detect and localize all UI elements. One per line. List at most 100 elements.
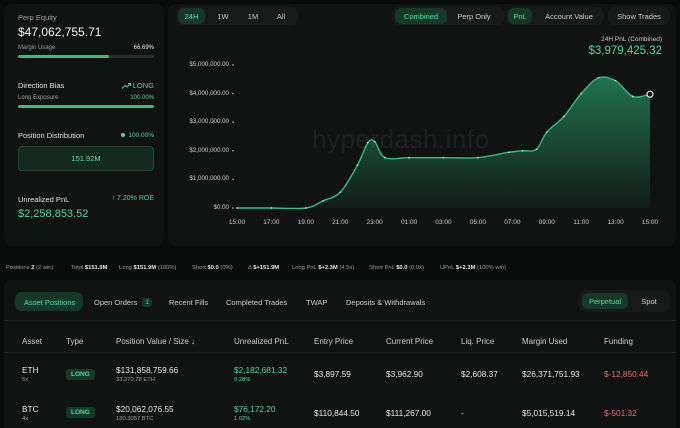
y-tick-label: $2,000,000.00 bbox=[189, 146, 229, 154]
col-asset: Asset bbox=[22, 337, 43, 346]
header-divider bbox=[4, 352, 676, 353]
tab-open-orders[interactable]: Open Orders 1 bbox=[94, 295, 152, 309]
chart-header-label: 24H PnL (Combined) bbox=[601, 36, 662, 43]
row-unrealized-pnl-pct: 1.02% bbox=[234, 416, 251, 422]
stat-short: Short $0.0 (0%) bbox=[192, 265, 233, 271]
x-tick-label: 13:00 bbox=[607, 219, 624, 226]
tab-twap[interactable]: TWAP bbox=[306, 295, 327, 309]
col-position-value-label: Position Value / Size bbox=[116, 337, 189, 346]
long-exposure-bar bbox=[18, 105, 154, 108]
timeframe-all[interactable]: All bbox=[268, 8, 294, 24]
timeframe-24h[interactable]: 24H bbox=[178, 8, 205, 24]
margin-usage-bar bbox=[18, 55, 154, 58]
row-unrealized-pnl: $2,182,681.32 bbox=[234, 365, 288, 375]
mode-combined[interactable]: Combined bbox=[395, 8, 447, 24]
stat-long-value: $151.9M bbox=[133, 265, 157, 271]
row-position-value: $131,858,759.66 bbox=[116, 365, 179, 375]
x-tick-label: 11:00 bbox=[573, 219, 590, 226]
row-type-badge: LONG bbox=[66, 407, 95, 418]
arrow-up-icon: ↑ bbox=[111, 195, 116, 202]
row-type-badge: LONG bbox=[66, 369, 95, 380]
timeframe-1w[interactable]: 1W bbox=[210, 8, 236, 24]
row-position-size: 33,270.78 ETH bbox=[116, 377, 155, 383]
stat-short-pnl-value: $0.0 bbox=[396, 265, 408, 271]
tab-recent-fills[interactable]: Recent Fills bbox=[169, 295, 208, 309]
position-distribution-pct: 100.00% bbox=[128, 132, 154, 139]
stat-long-pct: (100%) bbox=[157, 265, 177, 271]
mode-perp-only[interactable]: Perp Only bbox=[450, 8, 498, 24]
open-orders-count-badge: 1 bbox=[142, 297, 152, 307]
row-asset[interactable]: BTC bbox=[22, 404, 39, 414]
stat-positions: Positions 2 (2 win) bbox=[6, 265, 53, 271]
market-spot[interactable]: Spot bbox=[632, 293, 666, 309]
stat-short-pct: (0%) bbox=[220, 265, 233, 271]
row-margin-used: $26,371,751.93 bbox=[522, 369, 580, 379]
col-type: Type bbox=[66, 337, 84, 346]
distribution-amount: 151.92M bbox=[71, 154, 101, 163]
col-margin-used: Margin Used bbox=[522, 337, 568, 346]
position-distribution-value: 100.00% bbox=[110, 132, 154, 139]
metric-account-value[interactable]: Account Value bbox=[538, 8, 600, 24]
stat-upnl-pct: (100% win) bbox=[477, 265, 507, 271]
show-trades-button[interactable]: Show Trades bbox=[608, 7, 670, 25]
col-liq-price: Liq. Price bbox=[461, 337, 495, 346]
x-tick-label: 15:00 bbox=[228, 219, 246, 226]
tab-open-orders-label: Open Orders bbox=[94, 297, 138, 307]
row-position-size: 180.3057 BTC bbox=[116, 416, 154, 422]
tab-asset-positions[interactable]: Asset Positions bbox=[24, 295, 75, 309]
distribution-bar[interactable]: 151.92M bbox=[18, 146, 154, 171]
row-entry-price: $110,844.50 bbox=[314, 408, 360, 418]
stat-long-pnl: Long PnL $+2.3M (4.5x) bbox=[292, 265, 354, 271]
y-tick-label: $1,000,000.00 bbox=[189, 175, 229, 183]
unrealized-pnl-value: $2,258,853.52 bbox=[18, 208, 89, 220]
stat-delta-value: $+151.9M bbox=[253, 265, 280, 271]
x-tick-label: 21:00 bbox=[332, 219, 349, 226]
stat-total-label: Total bbox=[71, 265, 84, 271]
stat-positions-count: 2 bbox=[31, 265, 35, 271]
tab-completed-trades[interactable]: Completed Trades bbox=[226, 295, 287, 309]
metric-pnl[interactable]: PnL bbox=[508, 8, 532, 24]
stat-upnl-label: UPnL bbox=[440, 265, 455, 271]
stat-short-pnl-x: (0.0x) bbox=[409, 265, 424, 271]
row-entry-price: $3,897.59 bbox=[314, 369, 351, 379]
stat-delta-label: Δ bbox=[248, 265, 252, 271]
stat-delta: Δ $+151.9M bbox=[248, 265, 279, 271]
x-tick-label: 23:00 bbox=[366, 219, 383, 226]
x-tick-label: 17:00 bbox=[263, 219, 280, 226]
roe-value: ↑ 7.20% ROE bbox=[100, 195, 154, 202]
stat-upnl-value: $+2.3M bbox=[455, 265, 476, 271]
chart-watermark: hyperdash.info bbox=[312, 124, 490, 154]
stat-long: Long $151.9M (100%) bbox=[119, 265, 176, 271]
stat-short-label: Short bbox=[192, 265, 206, 271]
stat-short-pnl: Short PnL $0.0 (0.0x) bbox=[369, 265, 424, 271]
col-position-value[interactable]: Position Value / Size ↓ bbox=[116, 337, 195, 346]
row-current-price: $111,267.00 bbox=[386, 408, 431, 418]
tab-deposits-withdrawals[interactable]: Deposits & Withdrawals bbox=[346, 295, 425, 309]
x-tick-label: 07:00 bbox=[504, 219, 521, 226]
stat-short-value: $0.0 bbox=[207, 265, 219, 271]
stat-total: Total $151.9M bbox=[71, 265, 107, 271]
y-tick-label: $4,000,000.00 bbox=[189, 89, 229, 97]
x-tick-label: 19:00 bbox=[297, 219, 314, 226]
row-current-price: $3,962.90 bbox=[386, 369, 423, 379]
row-position-value: $20,062,076.55 bbox=[116, 404, 174, 414]
direction-bias-text: LONG bbox=[132, 81, 154, 90]
stat-long-pnl-value: $+2.3M bbox=[318, 265, 338, 271]
chart-header-value: $3,979,425.32 bbox=[588, 45, 662, 57]
market-perpetual[interactable]: Perpetual bbox=[582, 293, 628, 309]
x-tick-label: 09:00 bbox=[538, 219, 555, 226]
stat-short-pnl-label: Short PnL bbox=[369, 265, 395, 271]
trend-up-icon bbox=[121, 83, 131, 89]
row-asset[interactable]: ETH bbox=[22, 365, 39, 375]
y-tick-label: $0.00 bbox=[213, 204, 229, 211]
row-unrealized-pnl-pct: 0.28% bbox=[234, 377, 251, 383]
perp-equity-label: Perp Equity bbox=[18, 13, 57, 22]
timeframe-1m[interactable]: 1M bbox=[240, 8, 266, 24]
col-unrealized-pnl: Unrealized PnL bbox=[234, 337, 289, 346]
y-tick-label: $3,000,000.00 bbox=[189, 118, 229, 126]
perp-equity-value: $47,062,755.71 bbox=[18, 25, 102, 39]
y-tick-label: $5,000,000.00 bbox=[189, 61, 229, 68]
unrealized-pnl-label: Unrealized PnL bbox=[18, 195, 70, 204]
row-funding: $-501.32 bbox=[604, 408, 637, 418]
tab-divider bbox=[4, 320, 676, 321]
